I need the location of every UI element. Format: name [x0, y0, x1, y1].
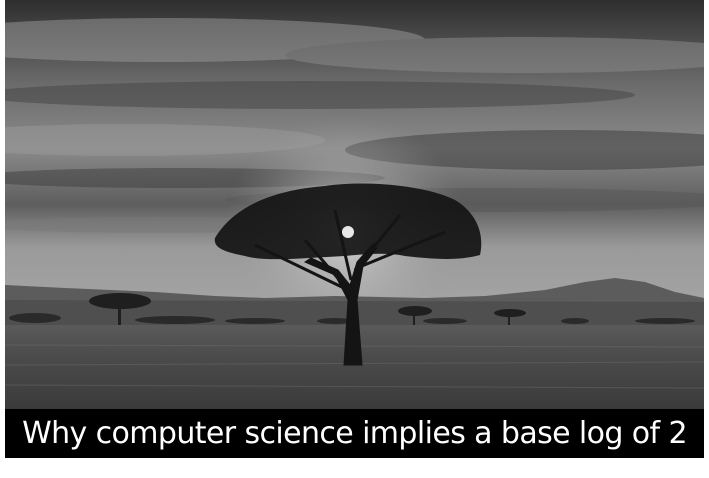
savanna-photo-illustration: [5, 0, 704, 410]
savanna-photo: [5, 0, 704, 410]
caption-text: Why computer science implies a base log …: [22, 415, 687, 451]
caption-bar: Why computer science implies a base log …: [5, 409, 704, 458]
sun: [342, 226, 354, 238]
